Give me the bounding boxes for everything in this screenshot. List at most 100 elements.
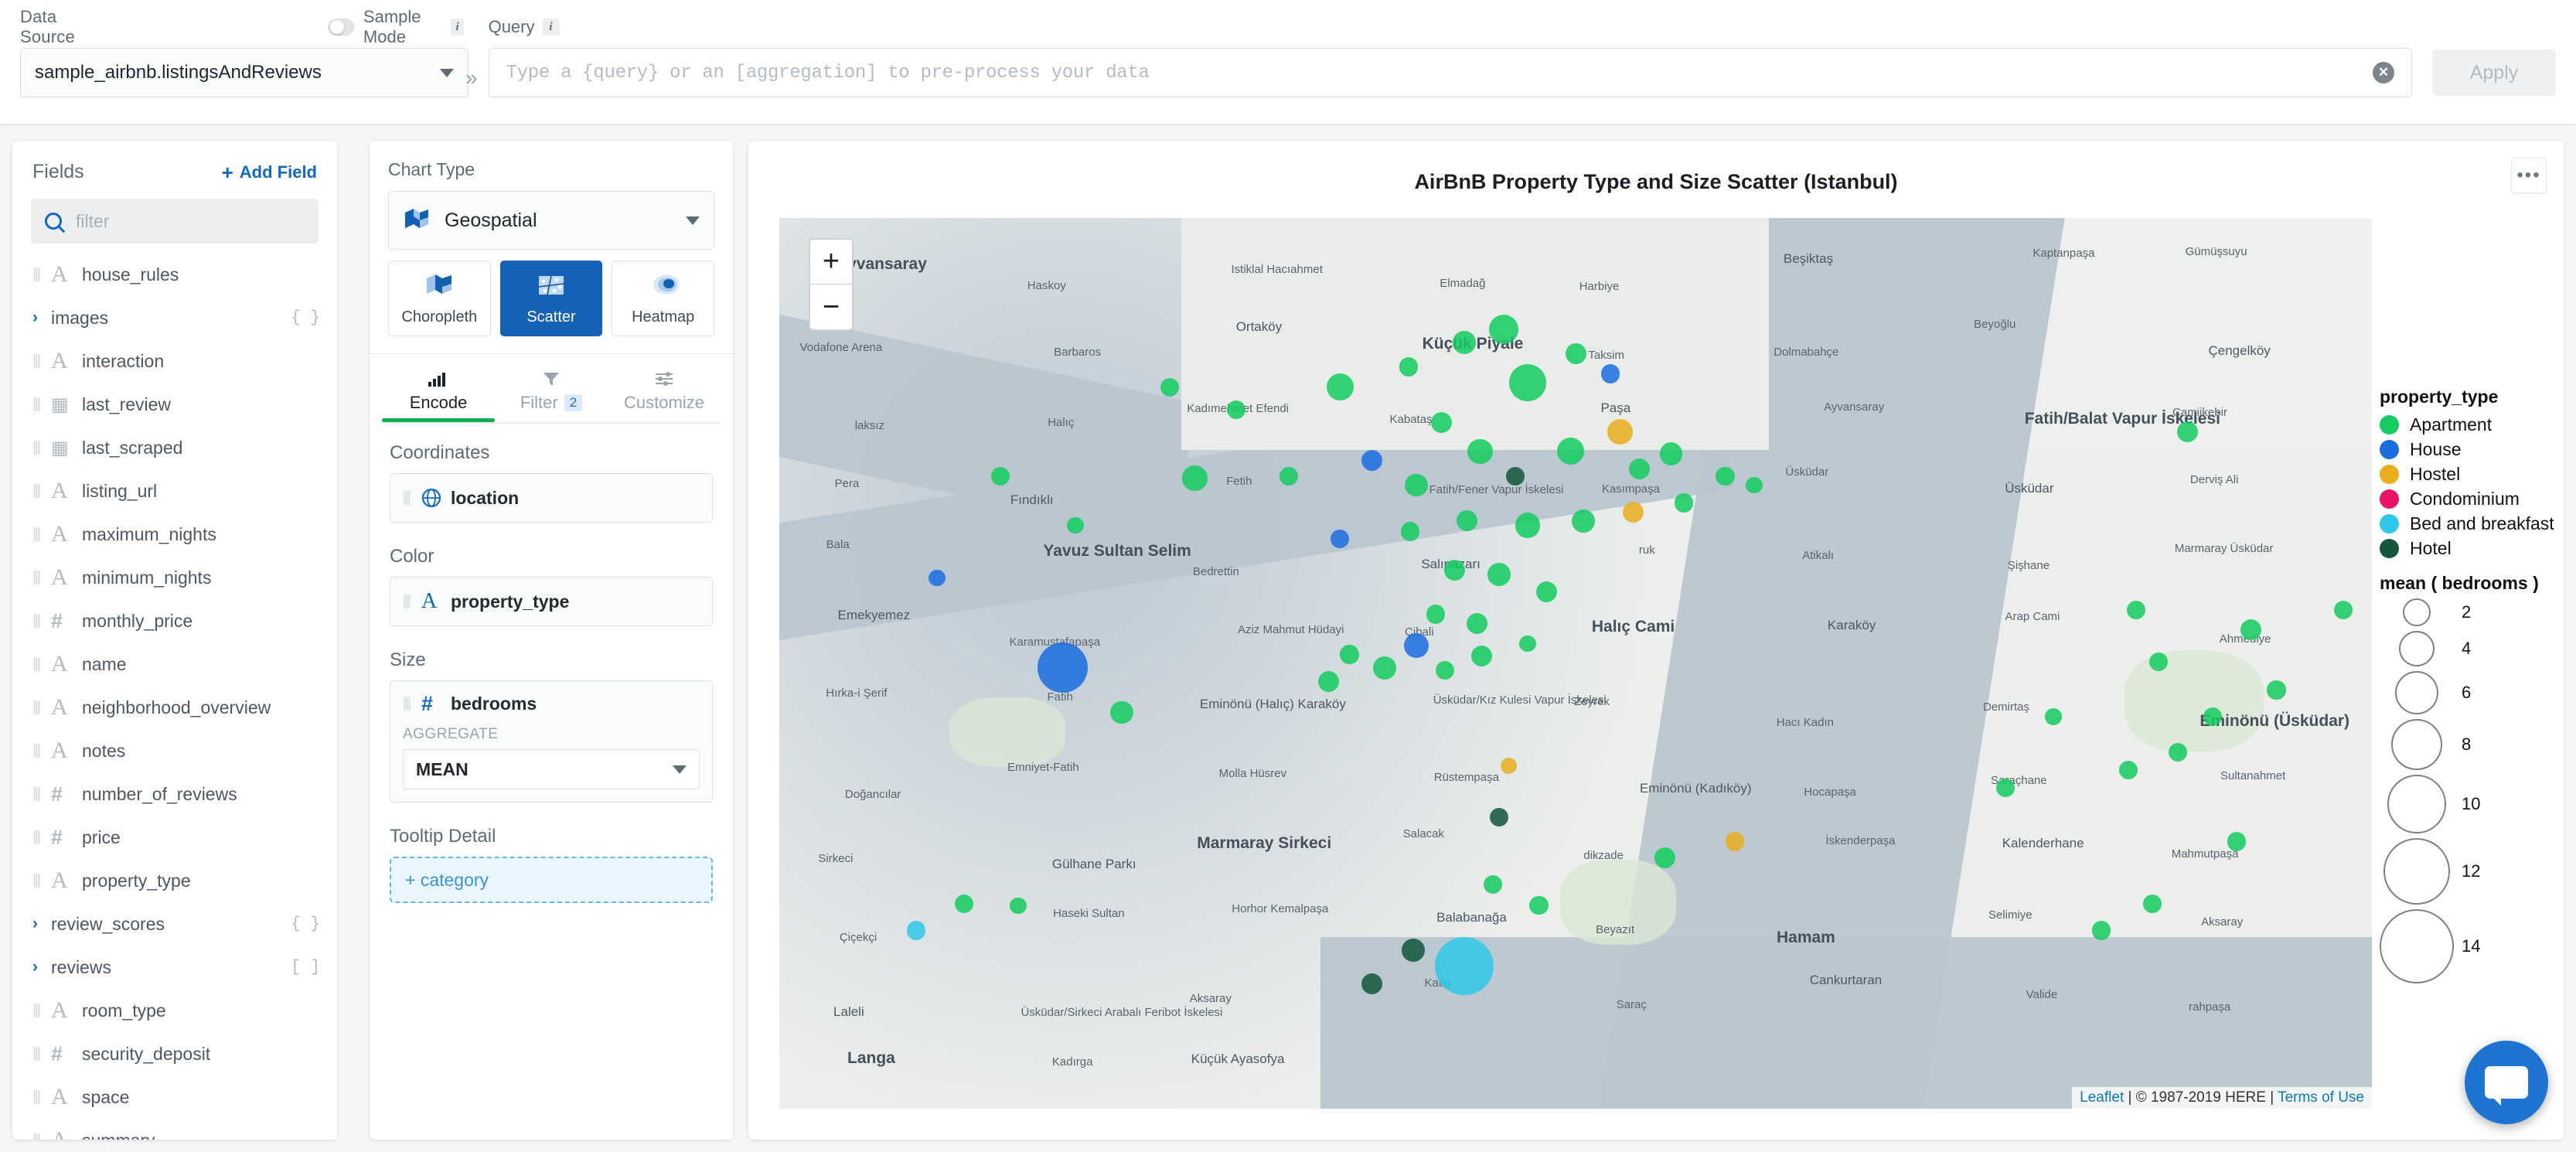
field-item-price[interactable]: |||#price: [12, 816, 337, 859]
field-item-maximum_nights[interactable]: |||Amaximum_nights: [12, 513, 337, 556]
scatter-point[interactable]: [1467, 613, 1487, 634]
tab-filter[interactable]: Filter2: [495, 368, 608, 422]
scatter-point[interactable]: [1426, 605, 1445, 623]
apply-button[interactable]: Apply: [2432, 49, 2556, 96]
field-item-listing_url[interactable]: |||Alisting_url: [12, 469, 337, 513]
chart-subtype-scatter[interactable]: Scatter: [500, 261, 603, 336]
drag-handle-icon[interactable]: |||: [403, 593, 421, 610]
scatter-point[interactable]: [2143, 895, 2162, 913]
scatter-point[interactable]: [1110, 701, 1133, 724]
scatter-point[interactable]: [1182, 465, 1207, 490]
scatter-point[interactable]: [2177, 421, 2198, 442]
tab-encode[interactable]: Encode: [382, 368, 495, 422]
scatter-point[interactable]: [1536, 581, 1557, 602]
field-item-house_rules[interactable]: |||Ahouse_rules: [12, 253, 337, 296]
drag-handle-icon[interactable]: |||: [403, 489, 421, 506]
fields-filter-input[interactable]: filter: [31, 199, 319, 244]
field-item-space[interactable]: |||Aspace: [12, 1075, 337, 1119]
chart-subtype-heatmap[interactable]: Heatmap: [612, 261, 714, 336]
scatter-point[interactable]: [1067, 517, 1084, 534]
chart-subtype-choropleth[interactable]: Choropleth: [388, 261, 491, 336]
scatter-point[interactable]: [1489, 315, 1518, 344]
field-item-minimum_nights[interactable]: |||Aminimum_nights: [12, 556, 337, 599]
scatter-point[interactable]: [929, 570, 946, 587]
scatter-point[interactable]: [1340, 645, 1358, 663]
field-item-monthly_price[interactable]: |||#monthly_price: [12, 599, 337, 642]
info-icon-query[interactable]: i: [543, 19, 560, 36]
drag-handle-icon[interactable]: |||: [32, 656, 51, 673]
scatter-point[interactable]: [1572, 510, 1595, 533]
scatter-point[interactable]: [1402, 939, 1425, 962]
drag-handle-icon[interactable]: |||: [32, 1089, 51, 1106]
scatter-point[interactable]: [1318, 671, 1339, 692]
scatter-point[interactable]: [1601, 364, 1620, 383]
field-item-number_of_reviews[interactable]: |||#number_of_reviews: [12, 772, 337, 816]
scatter-point[interactable]: [907, 921, 925, 939]
scatter-point[interactable]: [1160, 378, 1179, 397]
scatter-point[interactable]: [1623, 502, 1644, 523]
field-item-interaction[interactable]: |||Ainteraction: [12, 339, 337, 383]
drag-handle-icon[interactable]: |||: [32, 1045, 51, 1062]
query-input[interactable]: Type a {query} or an [aggregation] to pr…: [489, 48, 2412, 97]
scatter-point[interactable]: [2169, 743, 2187, 762]
tooltip-dropzone[interactable]: + category: [390, 857, 713, 903]
drag-handle-icon[interactable]: |||: [32, 396, 51, 413]
drag-handle-icon[interactable]: |||: [32, 439, 51, 456]
drag-handle-icon[interactable]: |||: [32, 266, 51, 283]
scatter-point[interactable]: [1361, 450, 1382, 471]
chart-options-menu-button[interactable]: •••: [2511, 158, 2547, 193]
drag-handle-icon[interactable]: |||: [32, 742, 51, 759]
scatter-point[interactable]: [2092, 921, 2111, 939]
drag-handle-icon[interactable]: |||: [32, 872, 51, 889]
drag-handle-icon[interactable]: |||: [32, 829, 51, 846]
field-item-property_type[interactable]: |||Aproperty_type: [12, 859, 337, 902]
scatter-point[interactable]: [1453, 331, 1476, 354]
scatter-point[interactable]: [1519, 636, 1536, 653]
legend-item-bed-and-breakfast[interactable]: Bed and breakfast: [2380, 511, 2564, 536]
field-item-summary[interactable]: |||Asummary: [12, 1119, 337, 1140]
scatter-point[interactable]: [1996, 779, 2015, 797]
drag-handle-icon[interactable]: |||: [32, 612, 51, 629]
scatter-point[interactable]: [2119, 761, 2138, 779]
chevron-right-icon[interactable]: ›: [32, 308, 51, 327]
scatter-point[interactable]: [1487, 563, 1511, 586]
drag-handle-icon[interactable]: |||: [32, 526, 51, 543]
chevron-right-icon[interactable]: ›: [32, 958, 51, 976]
scatter-point[interactable]: [1331, 530, 1349, 548]
scatter-point[interactable]: [2045, 708, 2062, 725]
scatter-point[interactable]: [1227, 400, 1245, 419]
zoom-in-button[interactable]: +: [810, 240, 852, 285]
field-item-notes[interactable]: |||Anotes: [12, 729, 337, 772]
scatter-point[interactable]: [1399, 357, 1418, 376]
scatter-point[interactable]: [1435, 937, 1494, 996]
drag-handle-icon[interactable]: |||: [32, 699, 51, 716]
data-source-select[interactable]: sample_airbnb.listingsAndReviews: [20, 48, 469, 97]
map-canvas[interactable]: + − AyvansarayHaskoyIstiklal HacıahmetEl…: [779, 218, 2372, 1109]
terms-of-use-link[interactable]: Terms of Use: [2278, 1089, 2364, 1106]
drag-handle-icon[interactable]: |||: [32, 1132, 51, 1140]
scatter-point[interactable]: [1515, 513, 1540, 537]
chat-support-button[interactable]: [2465, 1041, 2548, 1124]
scatter-point[interactable]: [1038, 642, 1088, 693]
scatter-point[interactable]: [2227, 832, 2246, 850]
scatter-point[interactable]: [1607, 419, 1632, 444]
field-item-last_scraped[interactable]: |||▦last_scraped: [12, 426, 337, 469]
field-item-room_type[interactable]: |||Aroom_type: [12, 989, 337, 1032]
add-field-button[interactable]: + Add Field: [222, 162, 317, 182]
field-item-neighborhood_overview[interactable]: |||Aneighborhood_overview: [12, 686, 337, 729]
leaflet-link[interactable]: Leaflet: [2080, 1089, 2124, 1106]
tab-customize[interactable]: Customize: [608, 368, 721, 422]
scatter-point[interactable]: [1529, 896, 1548, 915]
scatter-point[interactable]: [1490, 808, 1508, 827]
field-item-last_review[interactable]: |||▦last_review: [12, 383, 337, 426]
chevron-right-icon[interactable]: ›: [32, 915, 51, 933]
field-item-images[interactable]: ›images{ }: [12, 296, 337, 339]
scatter-point[interactable]: [1501, 758, 1518, 775]
drag-handle-icon[interactable]: |||: [403, 695, 421, 712]
scatter-point[interactable]: [1327, 373, 1354, 400]
sample-mode-toggle[interactable]: [328, 19, 354, 36]
chart-type-select[interactable]: Geospatial: [388, 191, 714, 250]
expand-panel-icon[interactable]: »: [465, 33, 478, 90]
scatter-point[interactable]: [2127, 601, 2145, 619]
scatter-point[interactable]: [955, 895, 973, 913]
